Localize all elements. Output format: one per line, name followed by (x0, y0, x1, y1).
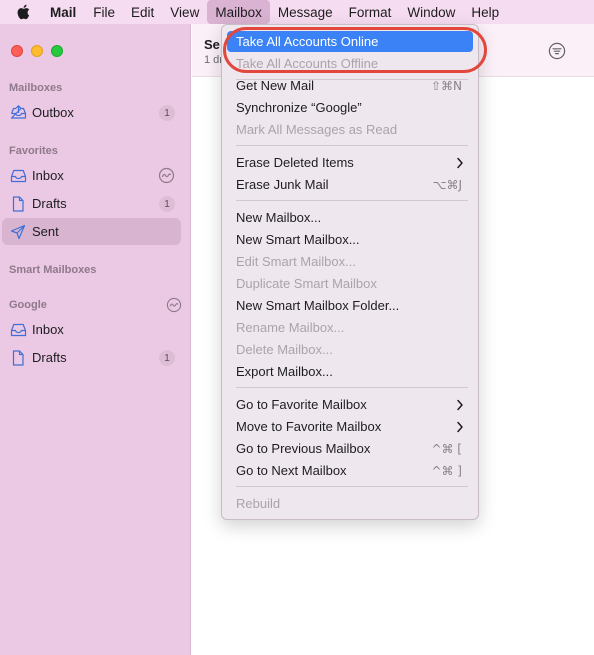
section-google[interactable]: Google (9, 299, 47, 311)
menu-mailbox[interactable]: Mailbox (207, 0, 270, 24)
chevron-right-icon (457, 421, 463, 433)
mailbox-menu: Take All Accounts Online Take All Accoun… (221, 24, 479, 520)
menu-message[interactable]: Message (270, 0, 341, 24)
menu-item-label: Go to Previous Mailbox (236, 441, 371, 456)
inbox-tray-icon (9, 322, 27, 338)
sidebar-item-label: Inbox (32, 168, 64, 183)
menu-item-rename-mailbox: Rename Mailbox... (236, 320, 345, 335)
apple-logo-icon (17, 4, 30, 20)
mailbox-title: Se (204, 37, 220, 52)
menu-item-go-to-favorite-mailbox[interactable]: Go to Favorite Mailbox (227, 394, 473, 415)
document-icon (9, 195, 27, 212)
keyboard-shortcut: ^⌘ ] (431, 463, 462, 478)
minimize-window-button[interactable] (31, 45, 43, 57)
menu-separator (236, 145, 468, 146)
section-mailboxes[interactable]: Mailboxes (9, 82, 62, 94)
keyboard-shortcut: ⌥⌘J (432, 177, 462, 192)
menu-item-export-mailbox[interactable]: Export Mailbox... (227, 361, 473, 382)
sidebar-item-label: Drafts (32, 350, 67, 365)
menu-item-synchronize-google[interactable]: Synchronize “Google” (227, 97, 473, 118)
menu-separator (236, 387, 468, 388)
menu-item-label: Get New Mail (236, 78, 315, 93)
menu-item-rebuild: Rebuild (236, 496, 281, 511)
annotation-highlight-ring (223, 27, 487, 73)
unread-count-badge: 1 (159, 105, 175, 121)
chevron-right-icon (457, 157, 463, 169)
unread-count-badge: 1 (159, 196, 175, 212)
menu-view[interactable]: View (162, 0, 207, 24)
chevron-right-icon (457, 399, 463, 411)
apple-menu[interactable] (0, 0, 46, 24)
menu-item-mark-all-read: Mark All Messages as Read (236, 122, 398, 137)
sidebar-item-outbox[interactable]: Outbox 1 (2, 99, 181, 126)
menu-bar: Mail File Edit View Mailbox Message Form… (0, 0, 594, 24)
inbox-tray-icon (9, 168, 27, 184)
menu-item-erase-junk-mail[interactable]: Erase Junk Mail ⌥⌘J (227, 174, 473, 195)
menu-separator (236, 486, 468, 487)
keyboard-shortcut: ⇧⌘N (430, 78, 462, 93)
menu-item-label: Go to Favorite Mailbox (236, 397, 367, 412)
sidebar-item-favorite-drafts[interactable]: Drafts 1 (2, 190, 181, 217)
menu-item-go-to-previous-mailbox[interactable]: Go to Previous Mailbox ^⌘ [ (227, 438, 473, 459)
filter-icon[interactable] (548, 42, 566, 60)
sidebar-item-label: Outbox (32, 105, 74, 120)
menu-edit[interactable]: Edit (123, 0, 162, 24)
menu-item-new-smart-mailbox-folder[interactable]: New Smart Mailbox Folder... (227, 295, 473, 316)
zoom-window-button[interactable] (51, 45, 63, 57)
menu-item-edit-smart-mailbox: Edit Smart Mailbox... (236, 254, 356, 269)
sidebar-item-favorite-inbox[interactable]: Inbox (2, 162, 181, 189)
menu-mail[interactable]: Mail (46, 0, 85, 24)
close-window-button[interactable] (11, 45, 23, 57)
document-icon (9, 349, 27, 366)
section-smart-mailboxes[interactable]: Smart Mailboxes (9, 264, 96, 276)
activity-icon (158, 167, 175, 184)
menu-format[interactable]: Format (341, 0, 400, 24)
menu-item-new-smart-mailbox[interactable]: New Smart Mailbox... (227, 229, 473, 250)
menu-item-label: Erase Deleted Items (236, 155, 354, 170)
sidebar: Mailboxes Outbox 1 Favorites Inbox Draft… (0, 24, 191, 655)
menu-item-label: Go to Next Mailbox (236, 463, 347, 478)
menu-item-duplicate-smart-mailbox: Duplicate Smart Mailbox (236, 276, 377, 291)
unread-count-badge: 1 (159, 350, 175, 366)
section-favorites[interactable]: Favorites (9, 145, 58, 157)
paper-plane-icon (9, 224, 27, 240)
menu-item-move-to-favorite-mailbox[interactable]: Move to Favorite Mailbox (227, 416, 473, 437)
outbox-tray-icon (9, 105, 27, 121)
sidebar-item-google-inbox[interactable]: Inbox (2, 316, 181, 343)
menu-item-label: Erase Junk Mail (236, 177, 329, 192)
menu-item-new-mailbox[interactable]: New Mailbox... (227, 207, 473, 228)
menu-help[interactable]: Help (463, 0, 507, 24)
menu-item-label: Move to Favorite Mailbox (236, 419, 382, 434)
activity-icon (166, 297, 182, 313)
sidebar-item-label: Inbox (32, 322, 64, 337)
window-controls (11, 45, 63, 57)
menu-item-delete-mailbox: Delete Mailbox... (236, 342, 333, 357)
menu-file[interactable]: File (85, 0, 123, 24)
menu-item-get-new-mail[interactable]: Get New Mail ⇧⌘N (227, 75, 473, 96)
sidebar-item-google-drafts[interactable]: Drafts 1 (2, 344, 181, 371)
menu-item-erase-deleted-items[interactable]: Erase Deleted Items (227, 152, 473, 173)
menu-item-go-to-next-mailbox[interactable]: Go to Next Mailbox ^⌘ ] (227, 460, 473, 481)
sidebar-item-favorite-sent[interactable]: Sent (2, 218, 181, 245)
sidebar-item-label: Sent (32, 224, 59, 239)
menu-window[interactable]: Window (399, 0, 463, 24)
sidebar-item-label: Drafts (32, 196, 67, 211)
keyboard-shortcut: ^⌘ [ (431, 441, 462, 456)
menu-separator (236, 200, 468, 201)
